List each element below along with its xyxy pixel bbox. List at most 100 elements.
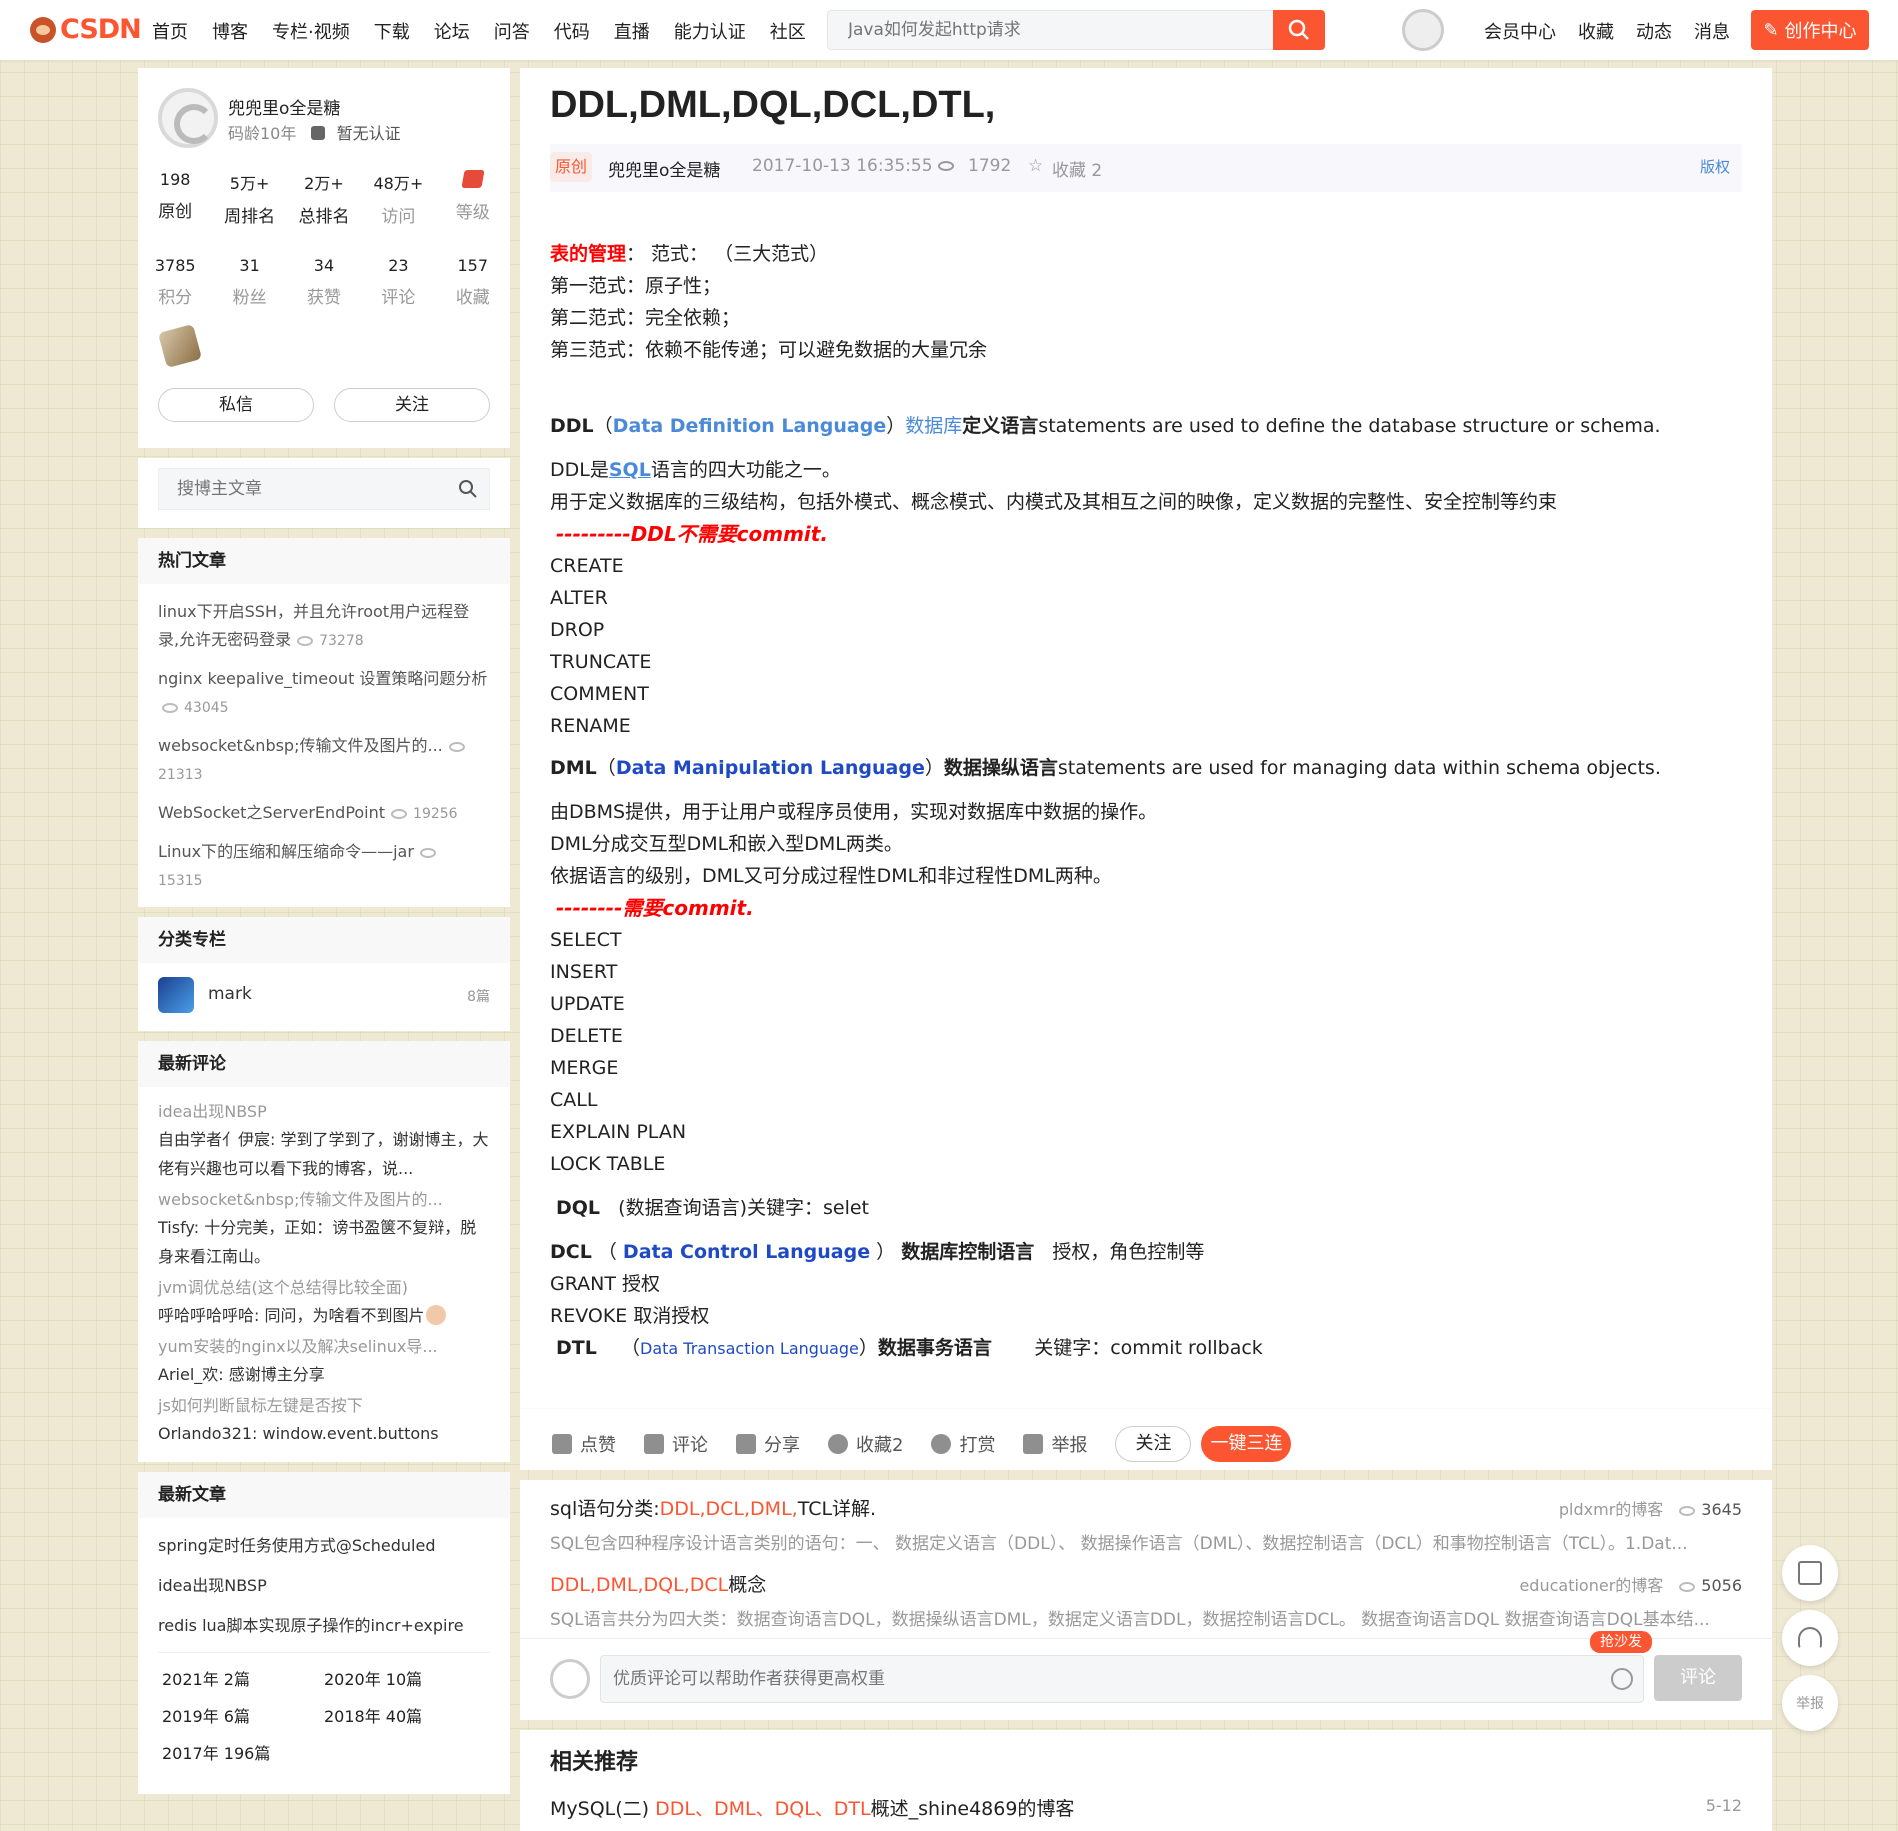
comment-input-wrap	[600, 1655, 1644, 1703]
ddl-cmd: TRUNCATE	[550, 651, 652, 673]
comment-article: js如何判断鼠标左键是否按下	[158, 1396, 363, 1415]
archive-item[interactable]: 2017年 196篇	[162, 1735, 324, 1772]
stat-label: 访问	[381, 207, 416, 227]
latest-article-item[interactable]: spring定时任务使用方式@Scheduled	[138, 1526, 510, 1566]
nav-item-download[interactable]: 下载	[374, 18, 410, 44]
activity-link[interactable]: 动态	[1636, 18, 1672, 44]
latest-article-item[interactable]: idea出现NBSP	[138, 1566, 510, 1606]
stat-fans[interactable]: 31 粉丝	[212, 256, 286, 308]
comment-item[interactable]: websocket&nbsp;传输文件及图片的... Tisfy: 十分完美，正如…	[138, 1187, 510, 1271]
commenter-avatar	[550, 1659, 590, 1699]
comment-item[interactable]: jvm调优总结(这个总结得比较全面) 呼哈呼哈呼哈: 同问，为啥看不到图片	[138, 1275, 510, 1330]
messages-link[interactable]: 消息	[1694, 16, 1760, 44]
stat-label: 积分	[158, 288, 193, 308]
follow-author-button[interactable]: 关注	[334, 388, 490, 422]
related-item[interactable]: MySQL(二) DDL、DML、DQL、DTL概述_shine4869的博客 …	[550, 1794, 1742, 1821]
toolbar-follow-button[interactable]: 关注	[1115, 1425, 1192, 1462]
favorites-link[interactable]: 收藏	[1578, 18, 1614, 44]
vip-link[interactable]: 会员中心	[1484, 18, 1556, 44]
nav-item-cert[interactable]: 能力认证	[674, 18, 746, 44]
stat-label: 收藏	[455, 288, 490, 308]
nav-item-home[interactable]: 首页	[152, 18, 188, 44]
stat-original[interactable]: 198 原创	[138, 170, 212, 227]
latest-articles-card: 最新文章 spring定时任务使用方式@Scheduled idea出现NBSP…	[138, 1472, 510, 1794]
nav-item-community[interactable]: 社区	[770, 18, 806, 44]
stat-week-rank[interactable]: 5万+ 周排名	[212, 170, 286, 227]
nav-item-qa[interactable]: 问答	[494, 18, 530, 44]
nav-item-code[interactable]: 代码	[554, 18, 590, 44]
nav-item-live[interactable]: 直播	[614, 18, 650, 44]
table-mgmt-text: ： 范式： （三大范式）	[626, 243, 829, 265]
comment-item[interactable]: js如何判断鼠标左键是否按下 Orlando321: window.event.b…	[138, 1393, 510, 1448]
nav-item-column[interactable]: 专栏·视频	[272, 18, 350, 44]
latest-article-item[interactable]: redis lua脚本实现原子操作的incr+expire	[138, 1606, 510, 1646]
blog-search-button[interactable]	[447, 469, 489, 509]
copyright-link[interactable]: 版权	[1700, 156, 1730, 177]
dml-desc-2: DML分成交互型DML和嵌入型DML两类。	[550, 833, 903, 855]
archive-item[interactable]: 2018年 40篇	[324, 1698, 486, 1735]
author-avatar[interactable]	[158, 88, 218, 148]
stat-total-rank[interactable]: 2万+ 总排名	[287, 170, 361, 227]
hot-article-item[interactable]: WebSocket之ServerEndPoint 19256	[138, 799, 510, 828]
hot-article-item[interactable]: linux下开启SSH，并且允许root用户远程登录,允许无密码登录 73278	[138, 598, 510, 655]
comment-button[interactable]: 评论	[644, 1431, 708, 1457]
archive-item[interactable]: 2019年 6篇	[162, 1698, 324, 1735]
nav-item-blog[interactable]: 博客	[212, 18, 248, 44]
private-message-button[interactable]: 私信	[158, 388, 314, 422]
user-avatar[interactable]	[1402, 9, 1444, 51]
top-search-button[interactable]	[1273, 10, 1325, 50]
achievement-badge-icon[interactable]	[157, 323, 203, 369]
create-center-button[interactable]: ✎ 创作中心	[1751, 10, 1869, 50]
article-author[interactable]: 兜兜里o全是糖	[608, 156, 720, 181]
star-icon[interactable]: ☆	[1028, 156, 1043, 176]
favorite-button[interactable]: 收藏2	[828, 1431, 903, 1457]
emoji-icon[interactable]	[1611, 1668, 1633, 1690]
dml-heading: DML（Data Manipulation Language）数据操纵语言sta…	[550, 757, 1661, 779]
author-name[interactable]: 兜兜里o全是糖	[228, 94, 340, 119]
nav-item-forum[interactable]: 论坛	[434, 18, 470, 44]
comment-article: idea出现NBSP	[158, 1102, 267, 1121]
messages-label: 消息	[1694, 22, 1730, 43]
support-float-button[interactable]	[1782, 1610, 1838, 1666]
hot-article-item[interactable]: websocket&nbsp;传输文件及图片的... 21313	[138, 732, 510, 789]
share-icon	[736, 1433, 756, 1454]
stat-value: 198	[159, 170, 191, 189]
edit-float-button[interactable]	[1782, 1545, 1838, 1601]
share-button[interactable]: 分享	[736, 1431, 800, 1457]
rec-source-name: pldxmr的博客	[1558, 1500, 1664, 1519]
comment-input[interactable]	[601, 1656, 1601, 1702]
reward-button[interactable]: 打赏	[931, 1431, 995, 1457]
recommendation-item[interactable]: sql语句分类:DDL,DCL,DML,TCL详解. pldxmr的博客 3645…	[550, 1494, 1742, 1554]
recommendation-item[interactable]: DDL,DML,DQL,DCL概念 educationer的博客 5056 SQL…	[550, 1570, 1742, 1630]
rec-source-name: educationer的博客	[1519, 1576, 1664, 1595]
top-search-input[interactable]	[828, 11, 1276, 49]
ddl-cmd: CREATE	[550, 555, 624, 577]
category-item[interactable]: mark 8篇	[158, 977, 490, 1013]
related-h: DTL	[833, 1798, 871, 1820]
dql-line: DQL (数据查询语言)关键字：selet	[550, 1192, 1750, 1224]
hot-article-item[interactable]: nginx keepalive_timeout 设置策略问题分析 43045	[138, 665, 510, 722]
flag-icon	[1023, 1433, 1044, 1454]
hot-article-item[interactable]: Linux下的压缩和解压缩命令——jar 15315	[138, 838, 510, 895]
triple-action-button[interactable]: 一键三连	[1201, 1425, 1292, 1462]
archive-item[interactable]: 2020年 10篇	[324, 1661, 486, 1698]
blog-search-input[interactable]	[159, 469, 449, 509]
category-icon	[158, 977, 194, 1013]
dcl-revoke: REVOKE 取消授权	[550, 1305, 710, 1327]
edit-icon	[1798, 1561, 1822, 1585]
report-button[interactable]: 举报	[1023, 1431, 1087, 1457]
stat-level[interactable]: 等级	[436, 170, 510, 227]
comment-item[interactable]: yum安装的nginx以及解决selinux导... Ariel_欢: 感谢博主分…	[138, 1334, 510, 1389]
dml-full: Data Manipulation Language	[615, 757, 925, 779]
comment-article: websocket&nbsp;传输文件及图片的...	[158, 1190, 443, 1209]
ddl-db-link[interactable]: 数据库	[905, 415, 962, 437]
report-float-button[interactable]: 举报	[1782, 1675, 1838, 1731]
comment-submit-button[interactable]: 评论	[1654, 1655, 1742, 1701]
archive-item[interactable]: 2021年 2篇	[162, 1661, 324, 1698]
author-age: 码龄10年	[228, 124, 297, 143]
comment-item[interactable]: idea出现NBSP 自由学者亻伊宸: 学到了学到了，谢谢博主，大佬有兴趣也可以看…	[138, 1099, 510, 1183]
like-button[interactable]: 点赞	[552, 1431, 616, 1457]
sql-link[interactable]: SQL	[609, 459, 651, 481]
article-fav[interactable]: 收藏 2	[1052, 156, 1102, 181]
csdn-logo[interactable]: CSDN	[30, 14, 142, 45]
